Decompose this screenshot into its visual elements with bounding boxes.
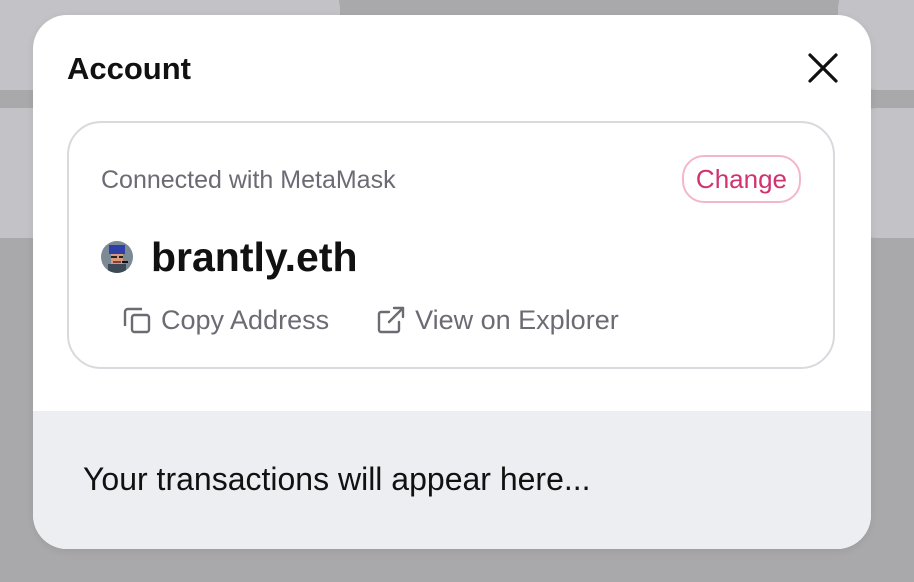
copy-address-button[interactable]: Copy Address (121, 303, 329, 337)
close-button[interactable] (805, 50, 841, 86)
copy-address-label: Copy Address (161, 305, 330, 335)
ens-name: brantly.eth (151, 234, 358, 280)
avatar (101, 241, 133, 273)
view-on-explorer-label: View on Explorer (415, 305, 619, 335)
view-on-explorer-link[interactable]: View on Explorer (375, 303, 619, 337)
account-card: Connected with MetaMask Change brantly.e… (67, 121, 835, 369)
transactions-panel: Your transactions will appear here... (33, 411, 871, 549)
transactions-empty-message: Your transactions will appear here... (83, 461, 591, 497)
connected-wallet-label: Connected with MetaMask (101, 166, 396, 194)
avatar-image (101, 241, 133, 273)
account-modal: Account Connected with MetaMask Change b… (33, 15, 871, 549)
close-icon (808, 53, 838, 83)
account-identity: brantly.eth (101, 231, 358, 283)
copy-icon (123, 307, 151, 334)
modal-title: Account (67, 51, 191, 86)
modal-header: Account (67, 49, 841, 89)
external-link-icon (377, 306, 405, 334)
change-wallet-button[interactable]: Change (681, 155, 801, 203)
account-actions: Copy Address View on Explorer (121, 303, 619, 337)
